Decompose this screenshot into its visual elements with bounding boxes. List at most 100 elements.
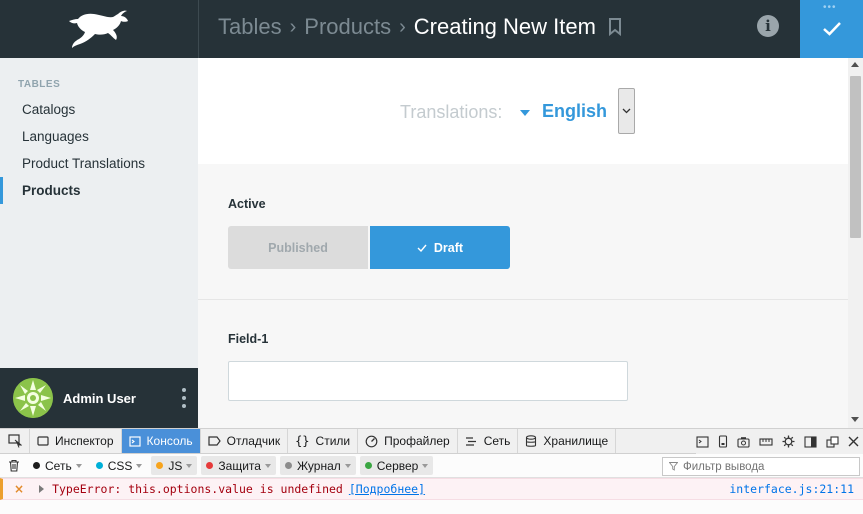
user-name: Admin User <box>63 391 136 406</box>
translations-bar: Translations: English <box>198 58 848 164</box>
scroll-thumb[interactable] <box>850 76 861 238</box>
funnel-icon <box>669 462 678 471</box>
status-draft-label: Draft <box>433 240 464 255</box>
separate-window-icon[interactable] <box>826 435 839 448</box>
translations-label: Translations: <box>400 102 503 122</box>
dropdown-arrow-icon <box>186 463 193 468</box>
scroll-down-icon[interactable] <box>851 417 859 422</box>
filter-label: Сервер <box>376 458 419 473</box>
error-icon: × <box>14 482 25 496</box>
status-published-option[interactable]: Published <box>228 226 368 269</box>
dock-side-icon[interactable] <box>804 435 817 448</box>
page-title: Creating New Item <box>413 14 596 39</box>
tab-label: Сеть <box>483 434 511 448</box>
filter-label: JS <box>168 458 183 473</box>
close-icon[interactable] <box>848 436 859 447</box>
tab-label: Инспектор <box>55 434 114 448</box>
more-options-icon[interactable]: ••• <box>823 2 837 13</box>
filter-network[interactable]: Сеть <box>28 456 87 475</box>
responsive-mode-icon[interactable] <box>718 435 728 448</box>
filter-label: Защита <box>218 458 261 473</box>
chevron-right-icon: › <box>399 15 406 38</box>
dot-icon <box>95 462 103 469</box>
translations-language[interactable]: English <box>542 101 607 122</box>
dropdown-arrow-icon <box>264 463 271 468</box>
app-logo[interactable] <box>0 0 198 58</box>
expand-arrow-icon[interactable] <box>39 485 45 493</box>
info-icon[interactable]: i <box>757 15 779 37</box>
dropdown-arrow-icon <box>75 463 82 468</box>
tab-network[interactable]: Сеть <box>458 429 519 453</box>
breadcrumb: Tables › Products › Creating New Item <box>218 12 622 42</box>
header-divider <box>198 0 199 58</box>
network-icon <box>465 436 478 447</box>
learn-more-link[interactable]: [Подробнее] <box>349 482 425 496</box>
sidebar: TABLES Catalogs Languages Product Transl… <box>0 58 198 368</box>
sidebar-item-products[interactable]: Products <box>0 177 198 204</box>
filter-label: CSS <box>107 458 133 473</box>
filter-output-placeholder: Фильтр вывода <box>683 460 765 473</box>
status-draft-option[interactable]: Draft <box>370 226 510 269</box>
chevron-right-icon: › <box>289 15 297 38</box>
dot-icon <box>156 462 164 469</box>
bookmark-icon[interactable] <box>608 18 622 36</box>
breadcrumb-tables[interactable]: Tables <box>218 14 282 40</box>
trash-icon[interactable] <box>0 459 28 472</box>
dot-icon <box>182 396 186 400</box>
scroll-up-icon[interactable] <box>851 62 859 67</box>
tab-label: Профайлер <box>384 434 450 448</box>
tab-styles[interactable]: {} Стили <box>288 429 359 453</box>
tab-storage[interactable]: Хранилище <box>518 429 617 453</box>
filter-log[interactable]: Журнал <box>279 456 356 475</box>
filter-server[interactable]: Сервер <box>359 456 434 475</box>
sidebar-item-catalogs[interactable]: Catalogs <box>0 96 198 123</box>
filter-output-input[interactable]: Фильтр вывода <box>662 457 860 476</box>
sidebar-item-product-translations[interactable]: Product Translations <box>0 150 198 177</box>
dot-icon <box>206 462 214 469</box>
devtools-panel: Инспектор Консоль Отладчик {} Стили Проф… <box>0 428 863 514</box>
ruler-icon[interactable] <box>759 437 773 447</box>
sidebar-item-languages[interactable]: Languages <box>0 123 198 150</box>
dot-icon <box>284 462 292 469</box>
field-label-field-1: Field-1 <box>228 332 269 346</box>
dot-icon <box>33 462 40 469</box>
element-picker-icon[interactable] <box>0 429 30 453</box>
console-icon <box>128 435 141 447</box>
check-icon <box>417 244 427 252</box>
tab-label: Стили <box>315 434 351 448</box>
dropdown-arrow-icon <box>422 463 429 468</box>
filter-label: Сеть <box>45 458 72 473</box>
field-label-active: Active <box>228 197 266 211</box>
scratchpad-icon[interactable] <box>696 435 709 448</box>
tab-console[interactable]: Консоль <box>121 429 201 453</box>
tab-profiler[interactable]: Профайлер <box>358 429 458 453</box>
caret-down-icon[interactable] <box>520 110 530 116</box>
filter-security[interactable]: Защита <box>201 456 276 475</box>
field-1-input[interactable] <box>228 361 628 401</box>
devtools-toolbar <box>696 429 863 454</box>
top-header: Tables › Products › Creating New Item i … <box>0 0 863 58</box>
braces-icon: {} <box>295 434 310 448</box>
tab-debugger[interactable]: Отладчик <box>201 429 289 453</box>
filter-js[interactable]: JS <box>151 456 198 475</box>
filter-css[interactable]: CSS <box>91 456 148 475</box>
translations-select[interactable] <box>618 88 635 134</box>
tab-inspector[interactable]: Инспектор <box>30 429 122 453</box>
chevron-down-icon <box>622 108 631 114</box>
check-icon <box>822 22 841 36</box>
dot-icon <box>182 404 186 408</box>
console-filter-bar: Сеть CSS JS Защита Журнал Сервер Фильтр … <box>0 454 863 478</box>
sidebar-heading: TABLES <box>18 79 61 90</box>
debugger-icon <box>208 436 221 446</box>
settings-gear-icon[interactable] <box>782 435 795 448</box>
dot-icon <box>182 388 186 392</box>
user-menu-button[interactable] <box>178 388 190 408</box>
breadcrumb-products[interactable]: Products <box>304 14 391 40</box>
avatar[interactable] <box>13 378 53 418</box>
screenshot-icon[interactable] <box>737 436 750 448</box>
devtools-tabs: Инспектор Консоль Отладчик {} Стили Проф… <box>0 429 863 454</box>
main-content: Translations: English Active Published D… <box>198 58 848 428</box>
section-divider <box>198 299 848 300</box>
rabbit-logo-icon <box>69 10 128 48</box>
error-source-link[interactable]: interface.js:21:11 <box>729 482 854 496</box>
